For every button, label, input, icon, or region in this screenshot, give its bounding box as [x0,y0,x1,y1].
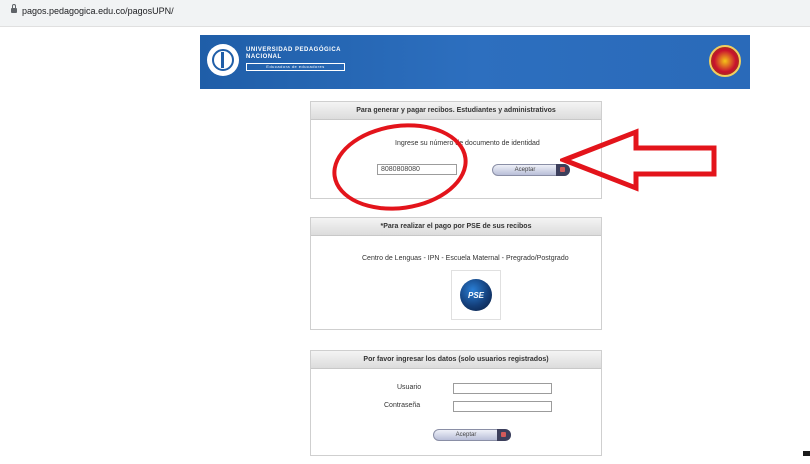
address-bar[interactable]: pagos.pedagogica.edu.co/pagosUPN/ [0,0,810,27]
user-input[interactable] [453,383,552,394]
url-text[interactable]: pagos.pedagogica.edu.co/pagosUPN/ [22,6,174,16]
login-panel-title: Por favor ingresar los datos (solo usuar… [311,351,601,369]
receipts-panel-title: Para generar y pagar recibos. Estudiante… [311,102,601,120]
university-logo-icon [207,44,239,76]
pse-logo-icon: PSE [460,279,492,311]
password-label: Contraseña [384,402,421,409]
corner-mark [803,451,810,456]
university-name: UNIVERSIDAD PEDAGÓGICA NACIONAL [246,47,342,60]
accept-button-label: Aceptar [514,167,536,173]
pse-panel: *Para realizar el pago por PSE de sus re… [310,217,602,330]
pse-logo-button[interactable]: PSE [451,270,501,320]
lock-icon [11,4,17,13]
login-panel: Por favor ingresar los datos (solo usuar… [310,350,602,456]
pse-logo-label: PSE [467,291,484,300]
go-arrow-icon [497,429,511,441]
header-banner: UNIVERSIDAD PEDAGÓGICA NACIONAL Educador… [200,35,750,89]
colombia-seal-icon [709,45,741,77]
pse-programs-text: Centro de Lenguas - IPN - Escuela Matern… [362,255,569,262]
user-label: Usuario [397,384,422,391]
password-input[interactable] [453,401,552,412]
document-accept-button[interactable]: Aceptar [492,164,570,176]
pse-panel-title: *Para realizar el pago por PSE de sus re… [311,218,601,236]
login-accept-button[interactable]: Aceptar [433,429,511,441]
pointing-arrow-icon [560,128,717,192]
login-accept-label: Aceptar [455,432,477,438]
university-tagline: Educadora de educadores [246,63,345,71]
